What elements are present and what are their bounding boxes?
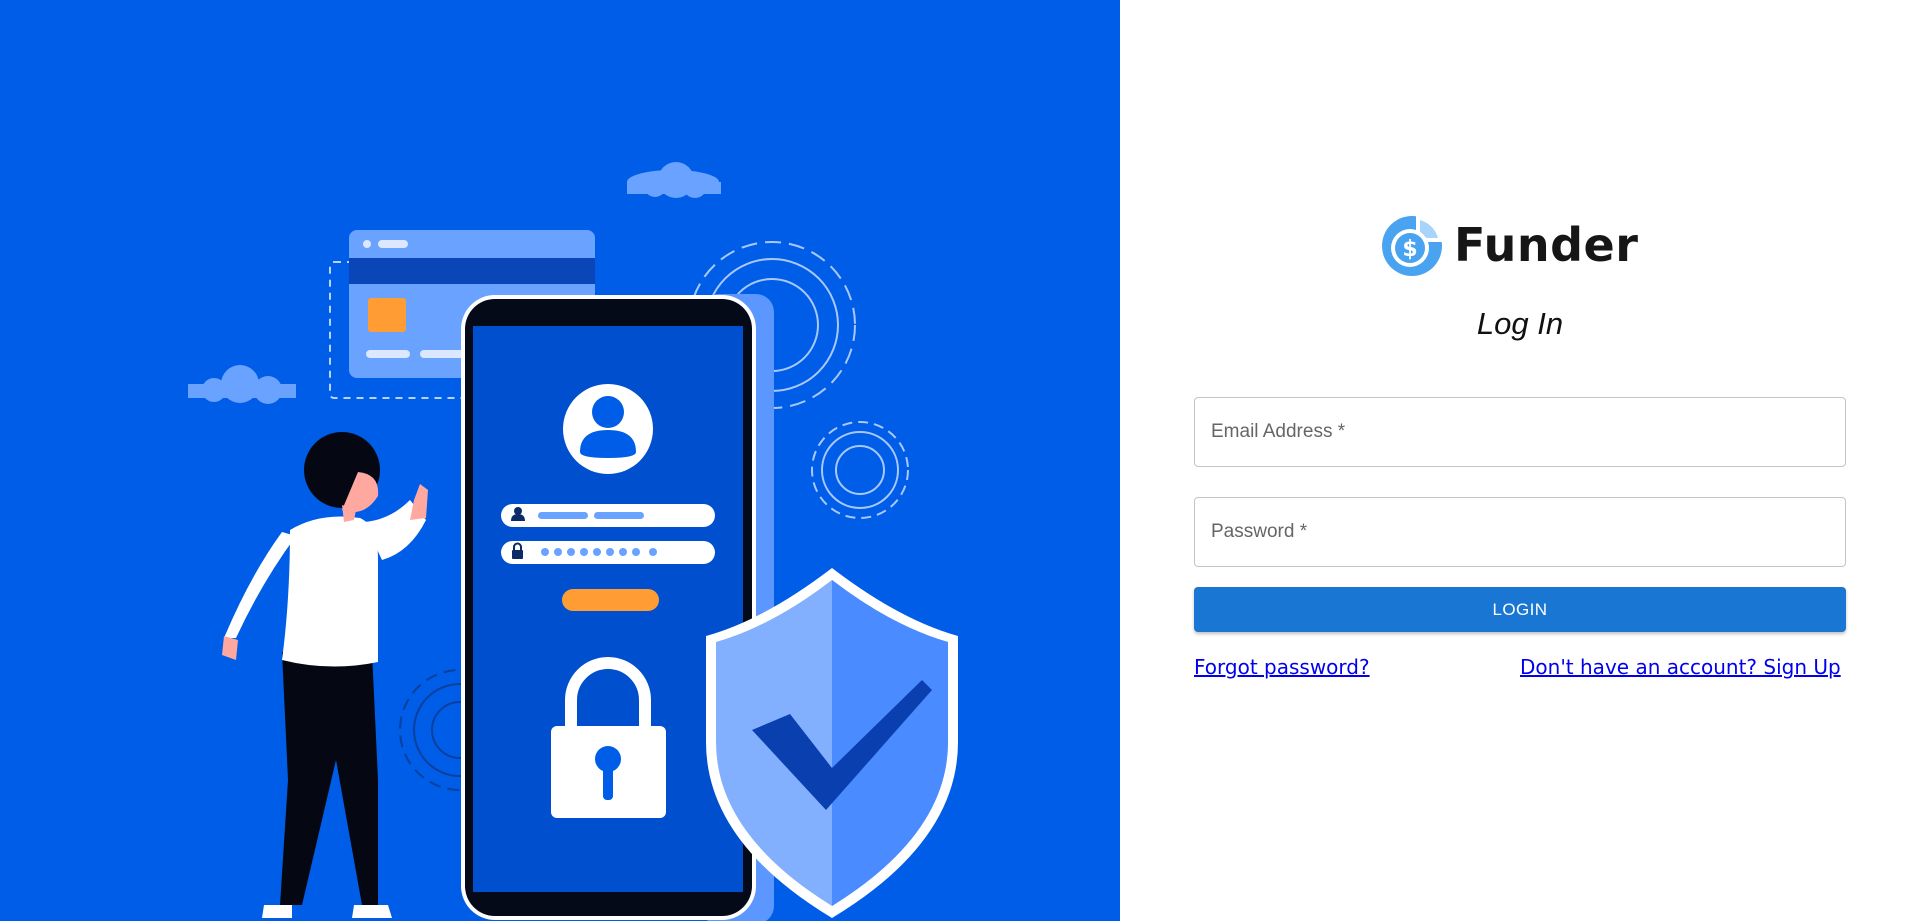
cloud-icon: [188, 365, 296, 404]
brand-logo: $ Funder: [1380, 212, 1638, 278]
login-security-illustration: [188, 162, 958, 921]
password-field[interactable]: [1194, 497, 1846, 567]
brand-name: Funder: [1454, 218, 1639, 272]
svg-text:$: $: [1402, 237, 1417, 262]
login-button-graphic: [562, 589, 659, 611]
password-field-graphic: [501, 541, 715, 564]
dollar-chart-icon: $: [1382, 216, 1442, 276]
login-button[interactable]: LOGIN: [1194, 587, 1846, 632]
email-input[interactable]: [1195, 398, 1845, 466]
cloud-icon: [627, 162, 721, 198]
signup-link[interactable]: Don't have an account? Sign Up: [1520, 655, 1841, 679]
page-title: Log In: [1476, 306, 1564, 341]
person-figure: [222, 432, 428, 918]
username-field-graphic: [501, 504, 715, 527]
hero-illustration-panel: [0, 0, 1120, 921]
gear-icon: [811, 421, 909, 519]
email-field[interactable]: [1194, 397, 1846, 467]
forgot-password-link[interactable]: Forgot password?: [1194, 655, 1370, 679]
user-avatar-icon: [563, 384, 653, 474]
password-input[interactable]: [1195, 498, 1845, 566]
